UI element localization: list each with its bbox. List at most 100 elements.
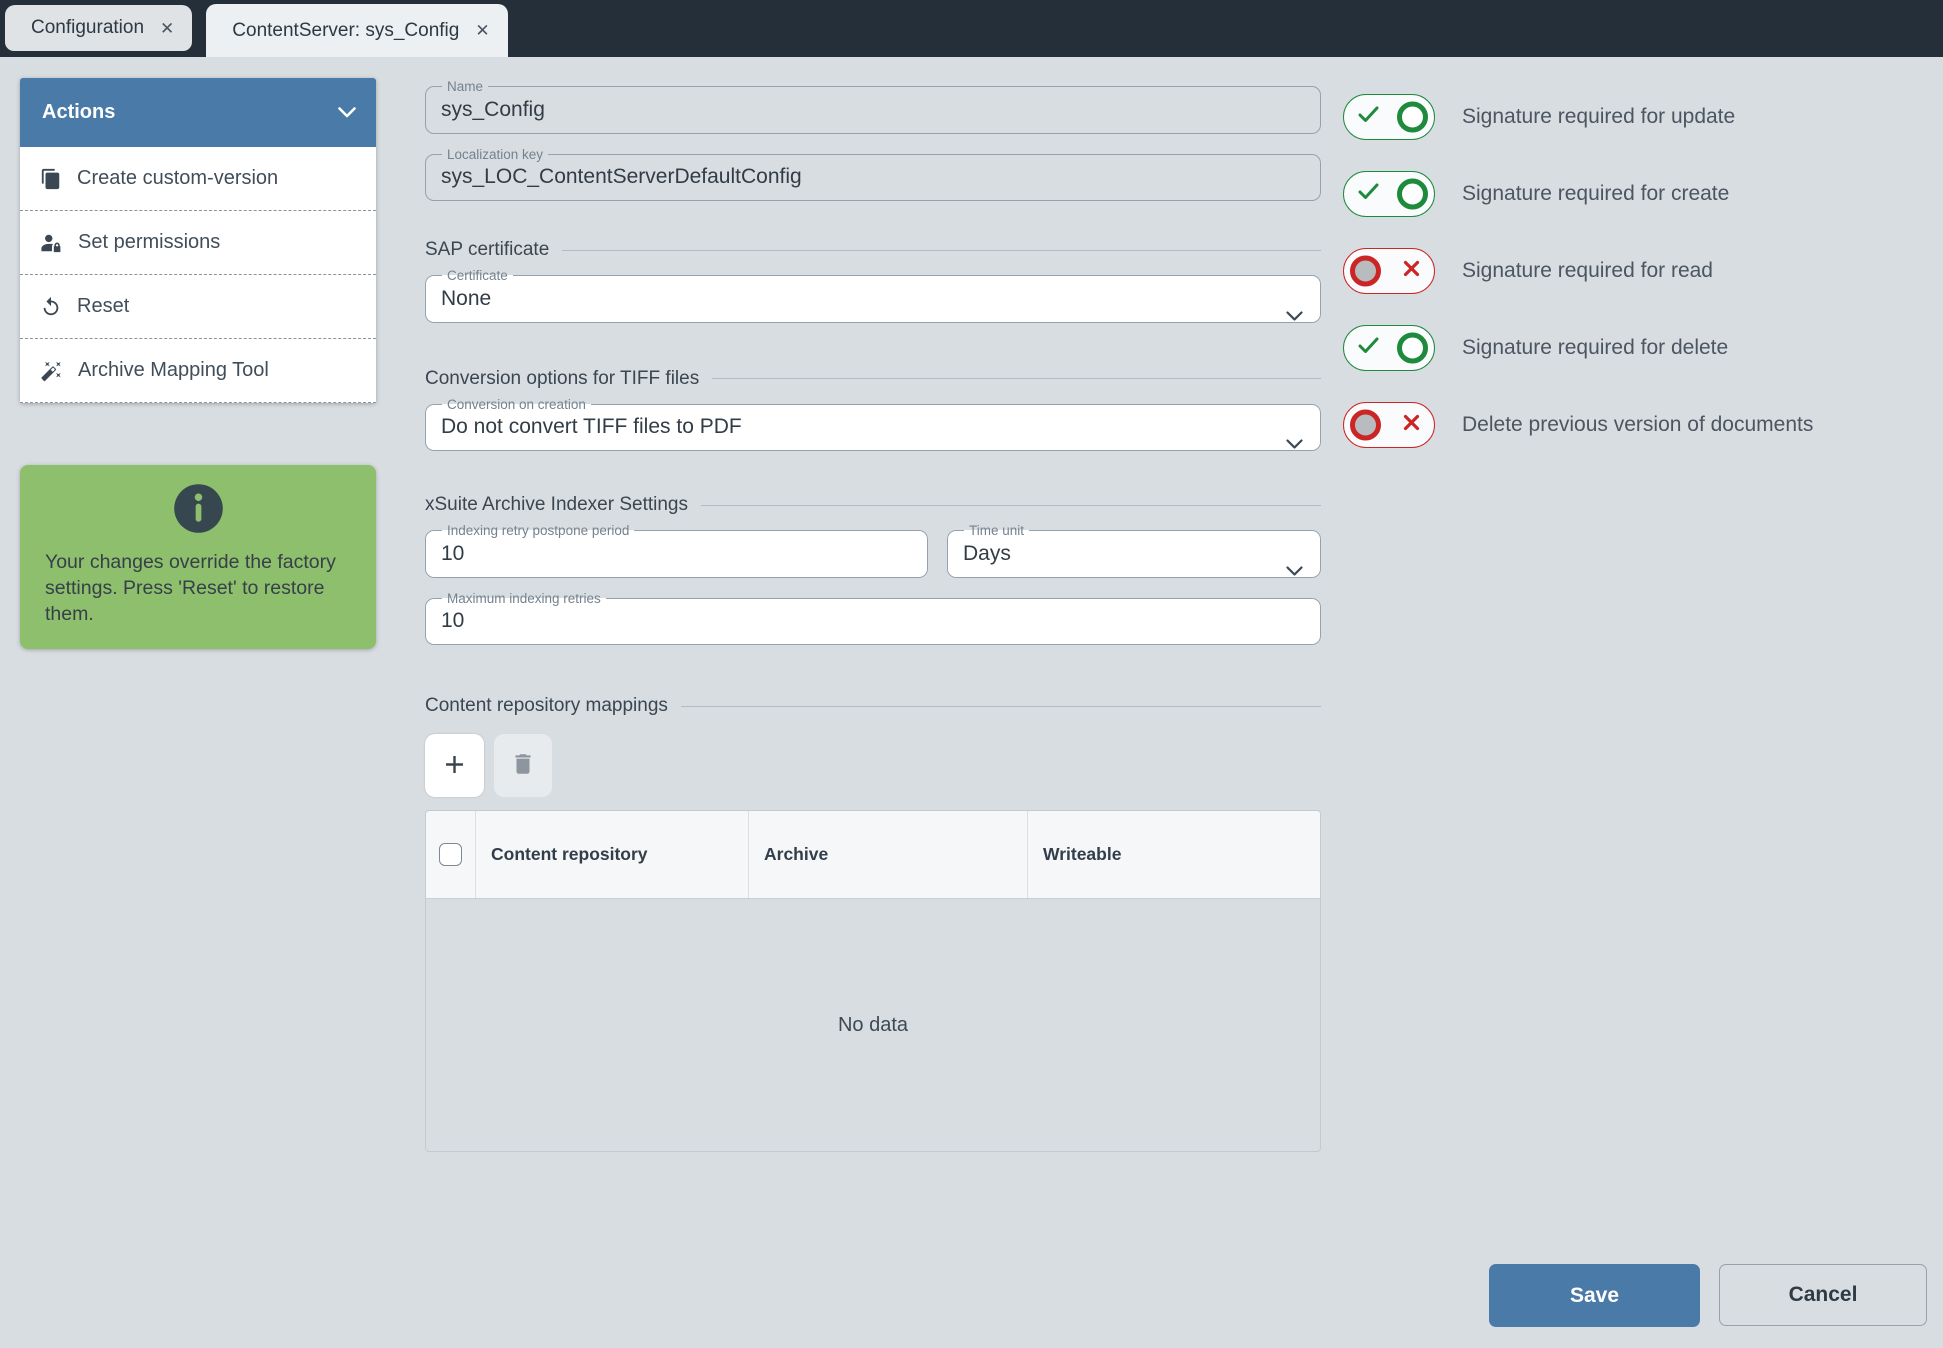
section-divider bbox=[681, 706, 1321, 707]
toggle-row-signature-update: Signature required for update bbox=[1343, 94, 1943, 140]
conversion-select[interactable]: Conversion on creation Do not convert TI… bbox=[425, 397, 1321, 452]
section-title: Content repository mappings bbox=[425, 695, 668, 717]
copy-icon bbox=[40, 168, 62, 190]
tab-configuration[interactable]: Configuration ✕ bbox=[5, 5, 192, 51]
time-unit-value: Days bbox=[963, 539, 1305, 568]
certificate-value: None bbox=[441, 284, 1305, 313]
tab-label: Configuration bbox=[31, 17, 144, 39]
wand-icon bbox=[40, 360, 63, 382]
tab-bar: Configuration ✕ ContentServer: sys_Confi… bbox=[0, 0, 1943, 57]
max-retries-label: Maximum indexing retries bbox=[442, 591, 606, 607]
section-divider bbox=[701, 505, 1321, 506]
check-icon bbox=[1358, 337, 1379, 359]
chevron-down-icon bbox=[338, 101, 356, 124]
check-icon bbox=[1358, 106, 1379, 128]
close-icon[interactable]: ✕ bbox=[160, 20, 174, 37]
delete-mapping-button[interactable] bbox=[494, 734, 552, 797]
certificate-select[interactable]: Certificate None bbox=[425, 268, 1321, 323]
name-field: Name sys_Config bbox=[425, 79, 1321, 134]
max-retries-field: Maximum indexing retries 10 bbox=[425, 591, 1321, 646]
cancel-button[interactable]: Cancel bbox=[1719, 1264, 1927, 1326]
toggle-label: Delete previous version of documents bbox=[1462, 413, 1813, 437]
app-root: Configuration ✕ ContentServer: sys_Confi… bbox=[0, 0, 1943, 1348]
trash-icon bbox=[510, 751, 536, 780]
info-box: Your changes override the factory settin… bbox=[20, 465, 376, 649]
section-title: xSuite Archive Indexer Settings bbox=[425, 494, 688, 516]
toggle-row-signature-read: Signature required for read bbox=[1343, 248, 1943, 294]
add-mapping-button[interactable] bbox=[425, 734, 484, 797]
time-unit-label: Time unit bbox=[964, 523, 1029, 539]
toggle-knob bbox=[1397, 333, 1428, 364]
save-button[interactable]: Save bbox=[1489, 1264, 1700, 1327]
toggle-row-delete-previous-version: Delete previous version of documents bbox=[1343, 402, 1943, 448]
column-header-archive[interactable]: Archive bbox=[749, 811, 1028, 898]
toggle-delete-previous-version[interactable] bbox=[1343, 402, 1435, 448]
toggle-signature-delete[interactable] bbox=[1343, 325, 1435, 371]
actions-panel-header[interactable]: Actions bbox=[20, 78, 376, 147]
tab-label: ContentServer: sys_Config bbox=[232, 20, 459, 42]
time-unit-select[interactable]: Time unit Days bbox=[947, 523, 1321, 578]
header-checkbox-cell bbox=[426, 811, 476, 898]
action-item-label: Set permissions bbox=[78, 231, 220, 254]
localization-key-field: Localization key sys_LOC_ContentServerDe… bbox=[425, 147, 1321, 202]
actions-panel: Actions Create custom-version Set permi bbox=[20, 78, 376, 403]
section-divider bbox=[712, 378, 1321, 379]
action-item-create-custom-version[interactable]: Create custom-version bbox=[20, 147, 376, 211]
mappings-table-header: Content repository Archive Writeable bbox=[426, 811, 1320, 899]
toggle-row-signature-create: Signature required for create bbox=[1343, 171, 1943, 217]
name-input[interactable]: sys_Config bbox=[441, 95, 1305, 124]
empty-table-message: No data bbox=[838, 1014, 908, 1037]
section-title: SAP certificate bbox=[425, 239, 549, 261]
toggle-label: Signature required for create bbox=[1462, 182, 1729, 206]
indexing-retry-label: Indexing retry postpone period bbox=[442, 523, 634, 539]
toggle-knob bbox=[1397, 179, 1428, 210]
action-item-reset[interactable]: Reset bbox=[20, 275, 376, 339]
actions-title: Actions bbox=[42, 101, 115, 124]
toggles-column: Signature required for update Signature … bbox=[1343, 94, 1943, 1348]
user-lock-icon bbox=[40, 232, 63, 254]
section-tiff-conversion: Conversion options for TIFF files bbox=[425, 368, 1321, 390]
tab-contentserver-sys-config[interactable]: ContentServer: sys_Config ✕ bbox=[206, 4, 507, 57]
toggle-knob bbox=[1350, 410, 1381, 441]
section-title: Conversion options for TIFF files bbox=[425, 368, 699, 390]
name-field-label: Name bbox=[442, 79, 488, 95]
toggle-label: Signature required for update bbox=[1462, 105, 1735, 129]
chevron-down-icon bbox=[1286, 308, 1303, 326]
info-icon bbox=[45, 482, 351, 540]
max-retries-input[interactable]: 10 bbox=[441, 606, 1305, 635]
action-item-label: Reset bbox=[77, 295, 129, 318]
footer-actions: Save Cancel bbox=[1489, 1264, 1927, 1327]
mapping-toolbar bbox=[425, 734, 1321, 797]
select-all-checkbox[interactable] bbox=[439, 843, 462, 866]
toggle-signature-update[interactable] bbox=[1343, 94, 1435, 140]
action-item-label: Create custom-version bbox=[77, 167, 278, 190]
section-divider bbox=[562, 250, 1321, 251]
action-item-set-permissions[interactable]: Set permissions bbox=[20, 211, 376, 275]
mappings-table-body: No data bbox=[426, 899, 1320, 1151]
toggle-signature-read[interactable] bbox=[1343, 248, 1435, 294]
conversion-value: Do not convert TIFF files to PDF bbox=[441, 412, 1305, 441]
main-content: Actions Create custom-version Set permi bbox=[0, 57, 1943, 1348]
toggle-label: Signature required for delete bbox=[1462, 336, 1728, 360]
action-item-label: Archive Mapping Tool bbox=[78, 359, 269, 382]
column-header-content-repository[interactable]: Content repository bbox=[476, 811, 749, 898]
section-repository-mappings: Content repository mappings bbox=[425, 695, 1321, 717]
localization-key-input[interactable]: sys_LOC_ContentServerDefaultConfig bbox=[441, 162, 1305, 191]
cross-icon bbox=[1403, 414, 1420, 436]
localization-key-label: Localization key bbox=[442, 147, 548, 163]
form-column: Name sys_Config Localization key sys_LOC… bbox=[425, 57, 1321, 1348]
close-icon[interactable]: ✕ bbox=[475, 22, 489, 39]
indexing-retry-field: Indexing retry postpone period 10 bbox=[425, 523, 928, 578]
cross-icon bbox=[1403, 260, 1420, 282]
toggle-knob bbox=[1350, 256, 1381, 287]
column-header-writeable[interactable]: Writeable bbox=[1028, 811, 1320, 898]
action-item-archive-mapping-tool[interactable]: Archive Mapping Tool bbox=[20, 339, 376, 403]
indexing-retry-input[interactable]: 10 bbox=[441, 539, 912, 568]
toggle-row-signature-delete: Signature required for delete bbox=[1343, 325, 1943, 371]
toggle-label: Signature required for read bbox=[1462, 259, 1713, 283]
section-xsuite-indexer: xSuite Archive Indexer Settings bbox=[425, 494, 1321, 516]
conversion-label: Conversion on creation bbox=[442, 397, 591, 413]
toggle-knob bbox=[1397, 102, 1428, 133]
chevron-down-icon bbox=[1286, 563, 1303, 581]
toggle-signature-create[interactable] bbox=[1343, 171, 1435, 217]
